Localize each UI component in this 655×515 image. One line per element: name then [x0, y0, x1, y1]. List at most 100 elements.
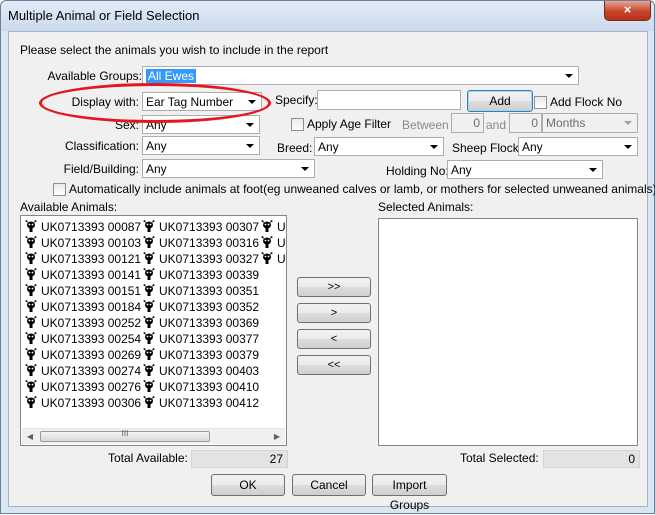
chevron-down-icon	[624, 121, 632, 125]
animal-tag: UK0713393 00339	[159, 268, 260, 282]
sheep-icon	[143, 364, 155, 376]
animal-list-item[interactable]: UK0713393 00410	[142, 379, 259, 395]
scroll-thumb[interactable]: III	[40, 429, 210, 442]
breed-value: Any	[318, 140, 339, 154]
animal-list-item[interactable]: UK0713393 00307	[142, 219, 259, 235]
animal-list-item[interactable]: UK0713393 00379	[142, 347, 259, 363]
animal-tag: UK0713393 00252	[41, 316, 142, 330]
available-animals-list[interactable]: UK0713393 00087 UK0713393 00103 UK0713393 …	[20, 215, 287, 446]
animal-list-item[interactable]: UK0713393 00369	[142, 315, 259, 331]
add-button[interactable]: Add	[467, 90, 533, 112]
animal-list-item[interactable]: UK0713393 00412	[142, 395, 259, 411]
animal-list-item[interactable]: UK0713393 00316	[142, 235, 259, 251]
animal-tag: UK0713393 00410	[159, 380, 260, 394]
animal-list-item[interactable]: UK0713393 00141	[24, 267, 141, 283]
animal-list-item[interactable]: U	[260, 251, 286, 267]
cancel-button[interactable]: Cancel	[292, 474, 366, 496]
classification-select[interactable]: Any	[142, 136, 260, 155]
sheep-flock-label: Sheep Flock:	[452, 141, 523, 155]
sheep-icon	[143, 252, 155, 264]
animal-list-item[interactable]: UK0713393 00377	[142, 331, 259, 347]
sheep-icon	[143, 300, 155, 312]
field-building-value: Any	[146, 162, 167, 176]
animal-list-item[interactable]: UK0713393 00252	[24, 315, 141, 331]
import-groups-button[interactable]: Import Groups	[372, 474, 447, 512]
scroll-right-icon[interactable]: ▶	[269, 429, 285, 444]
animal-tag: UK0713393 00306	[41, 396, 142, 410]
animal-list-item[interactable]: UK0713393 00327	[142, 251, 259, 267]
holding-no-select[interactable]: Any	[447, 160, 603, 179]
animal-tag: UK0713393 00369	[159, 316, 260, 330]
animal-list-item[interactable]: UK0713393 00103	[24, 235, 141, 251]
animal-list-item[interactable]: UK0713393 00254	[24, 331, 141, 347]
dialog-window: Multiple Animal or Field Selection × Ple…	[0, 0, 655, 514]
chevron-down-icon	[246, 144, 254, 148]
specify-input[interactable]	[317, 90, 461, 110]
title-bar[interactable]: Multiple Animal or Field Selection ×	[1, 1, 654, 31]
animal-list-item[interactable]: UK0713393 00352	[142, 299, 259, 315]
close-button[interactable]: ×	[604, 1, 651, 21]
sheep-icon	[143, 348, 155, 360]
animal-list-item[interactable]: UK0713393 00351	[142, 283, 259, 299]
animal-list-item[interactable]: U	[260, 219, 286, 235]
chevron-down-icon	[246, 123, 254, 127]
sheep-icon	[25, 220, 37, 232]
animal-list-item[interactable]: U	[260, 235, 286, 251]
animal-tag: UK0713393 00377	[159, 332, 260, 346]
selected-animals-list[interactable]	[378, 218, 638, 446]
sheep-icon	[25, 396, 37, 408]
total-available-label: Total Available:	[108, 451, 188, 465]
chevron-down-icon	[589, 168, 597, 172]
add-flock-no-checkbox[interactable]	[534, 96, 547, 109]
animal-tag: UK0713393 00379	[159, 348, 260, 362]
animal-tag: UK0713393 00151	[41, 284, 142, 298]
animal-tag: UK0713393 00269	[41, 348, 142, 362]
specify-label: Specify:	[275, 93, 318, 107]
sheep-icon	[25, 284, 37, 296]
selected-animals-label: Selected Animals:	[378, 200, 474, 214]
animal-tag: UK0713393 00274	[41, 364, 142, 378]
auto-include-checkbox[interactable]	[53, 183, 66, 196]
ok-button[interactable]: OK	[211, 474, 285, 496]
animal-list-item[interactable]: UK0713393 00276	[24, 379, 141, 395]
animal-list-item[interactable]: UK0713393 00184	[24, 299, 141, 315]
animal-list-item[interactable]: UK0713393 00269	[24, 347, 141, 363]
breed-select[interactable]: Any	[314, 137, 444, 156]
animal-list-item[interactable]: UK0713393 00274	[24, 363, 141, 379]
sheep-icon	[143, 284, 155, 296]
animal-list-item[interactable]: UK0713393 00151	[24, 283, 141, 299]
remove-one-button[interactable]: <	[297, 329, 371, 349]
horizontal-scrollbar[interactable]: ◀ III ▶	[22, 428, 285, 444]
add-one-button[interactable]: >	[297, 303, 371, 323]
animal-list-item[interactable]: UK0713393 00306	[24, 395, 141, 411]
animal-list-item[interactable]: UK0713393 00403	[142, 363, 259, 379]
field-building-select[interactable]: Any	[142, 159, 315, 178]
holding-no-value: Any	[451, 163, 472, 177]
animal-list-item[interactable]: UK0713393 00087	[24, 219, 141, 235]
animal-list-item[interactable]: UK0713393 00121	[24, 251, 141, 267]
animal-list-item[interactable]: UK0713393 00339	[142, 267, 259, 283]
auto-include-label: Automatically include animals at foot(eg…	[69, 182, 655, 196]
animal-tag: UK0713393 00141	[41, 268, 142, 282]
sheep-icon	[25, 364, 37, 376]
apply-age-filter-checkbox[interactable]	[291, 118, 304, 131]
age-to-input[interactable]: 0	[509, 113, 542, 133]
available-animals-label: Available Animals:	[20, 200, 118, 214]
scroll-left-icon[interactable]: ◀	[22, 429, 38, 444]
animal-tag: UK0713393 00087	[41, 220, 142, 234]
chevron-down-icon	[565, 74, 573, 78]
age-from-input[interactable]: 0	[451, 113, 484, 133]
sheep-flock-value: Any	[522, 140, 543, 154]
sheep-flock-select[interactable]: Any	[518, 137, 638, 156]
chevron-down-icon	[430, 145, 438, 149]
sheep-icon	[143, 236, 155, 248]
add-all-button[interactable]: >>	[297, 277, 371, 297]
classification-label: Classification:	[64, 139, 139, 153]
age-unit-select[interactable]: Months	[542, 113, 638, 133]
animal-tag: UK0713393 00276	[41, 380, 142, 394]
available-groups-select[interactable]: All Ewes	[142, 66, 579, 85]
animal-tag: UK0713393 00412	[159, 396, 260, 410]
total-selected-value: 0	[543, 450, 640, 468]
remove-all-button[interactable]: <<	[297, 355, 371, 375]
and-label: and	[486, 118, 507, 132]
